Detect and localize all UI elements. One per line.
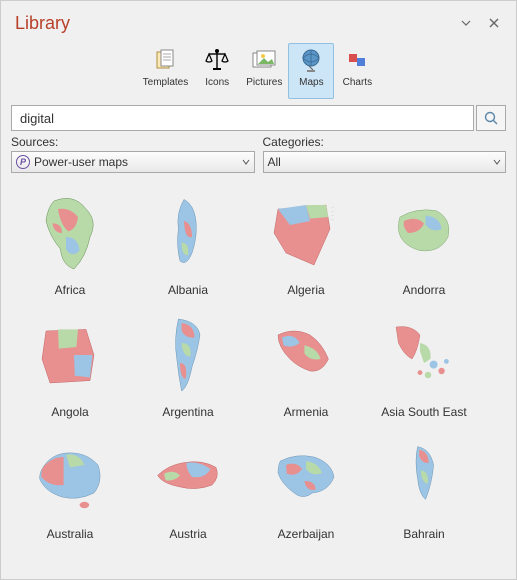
- scales-icon: [202, 45, 232, 75]
- map-item-algeria[interactable]: — — — — Algeria: [247, 183, 365, 305]
- map-label: Australia: [47, 527, 94, 541]
- globe-icon: [296, 45, 326, 75]
- categories-label: Categories:: [263, 135, 507, 149]
- search-icon: [483, 110, 499, 126]
- map-label: Asia South East: [381, 405, 466, 419]
- map-label: Albania: [168, 283, 208, 297]
- map-item-africa[interactable]: Africa: [11, 183, 129, 305]
- power-user-icon: P: [16, 155, 30, 169]
- search-input[interactable]: [11, 105, 474, 131]
- map-thumb: [134, 431, 242, 523]
- map-thumb: [134, 309, 242, 401]
- map-label: Andorra: [403, 283, 446, 297]
- svg-text:—: —: [332, 206, 334, 208]
- map-label: Austria: [169, 527, 206, 541]
- map-label: Bahrain: [403, 527, 444, 541]
- map-thumb: [370, 309, 478, 401]
- search-button[interactable]: [476, 105, 506, 131]
- map-item-asia-south-east[interactable]: Asia South East: [365, 305, 483, 427]
- sources-value: Power-user maps: [34, 155, 128, 169]
- sources-label: Sources:: [11, 135, 255, 149]
- svg-text:—: —: [332, 218, 334, 220]
- ribbon-templates[interactable]: Templates: [137, 43, 195, 99]
- map-thumb: — — — —: [252, 187, 360, 279]
- ribbon-label: Charts: [343, 77, 372, 88]
- map-label: Angola: [51, 405, 88, 419]
- ribbon-label: Maps: [299, 77, 323, 88]
- ribbon-pictures[interactable]: Pictures: [240, 43, 288, 99]
- chevron-down-icon: [242, 155, 250, 169]
- ribbon-label: Templates: [143, 77, 189, 88]
- pictures-icon: [249, 45, 279, 75]
- map-label: Algeria: [287, 283, 324, 297]
- map-item-bahrain[interactable]: Bahrain: [365, 427, 483, 549]
- panel-title: Library: [15, 13, 450, 34]
- map-thumb: [134, 187, 242, 279]
- map-item-austria[interactable]: Austria: [129, 427, 247, 549]
- ribbon: Templates Icons Pictures: [1, 39, 516, 99]
- templates-icon: [150, 45, 180, 75]
- svg-text:—: —: [332, 210, 334, 212]
- map-item-andorra[interactable]: Andorra: [365, 183, 483, 305]
- charts-icon: [342, 45, 372, 75]
- chevron-down-icon: [493, 155, 501, 169]
- map-thumb: [252, 431, 360, 523]
- map-item-argentina[interactable]: Argentina: [129, 305, 247, 427]
- map-thumb: [370, 431, 478, 523]
- map-item-albania[interactable]: Albania: [129, 183, 247, 305]
- map-thumb: [16, 309, 124, 401]
- categories-value: All: [268, 155, 281, 169]
- map-item-angola[interactable]: Angola: [11, 305, 129, 427]
- map-label: Armenia: [284, 405, 329, 419]
- map-label: Argentina: [162, 405, 213, 419]
- map-label: Azerbaijan: [278, 527, 335, 541]
- map-thumb: [370, 187, 478, 279]
- map-item-australia[interactable]: Australia: [11, 427, 129, 549]
- svg-text:—: —: [332, 214, 334, 216]
- ribbon-label: Icons: [205, 77, 229, 88]
- ribbon-maps[interactable]: Maps: [288, 43, 334, 99]
- ribbon-icons[interactable]: Icons: [194, 43, 240, 99]
- map-thumb: [252, 309, 360, 401]
- maps-grid[interactable]: Africa Albania — — — — Algeria: [11, 183, 512, 573]
- ribbon-label: Pictures: [246, 77, 282, 88]
- close-button[interactable]: [482, 11, 506, 35]
- map-thumb: [16, 431, 124, 523]
- ribbon-charts[interactable]: Charts: [334, 43, 380, 99]
- sources-dropdown[interactable]: P Power-user maps: [11, 151, 255, 173]
- map-label: Africa: [55, 283, 86, 297]
- categories-dropdown[interactable]: All: [263, 151, 507, 173]
- menu-dropdown-button[interactable]: [454, 11, 478, 35]
- map-thumb: [16, 187, 124, 279]
- map-item-azerbaijan[interactable]: Azerbaijan: [247, 427, 365, 549]
- map-item-armenia[interactable]: Armenia: [247, 305, 365, 427]
